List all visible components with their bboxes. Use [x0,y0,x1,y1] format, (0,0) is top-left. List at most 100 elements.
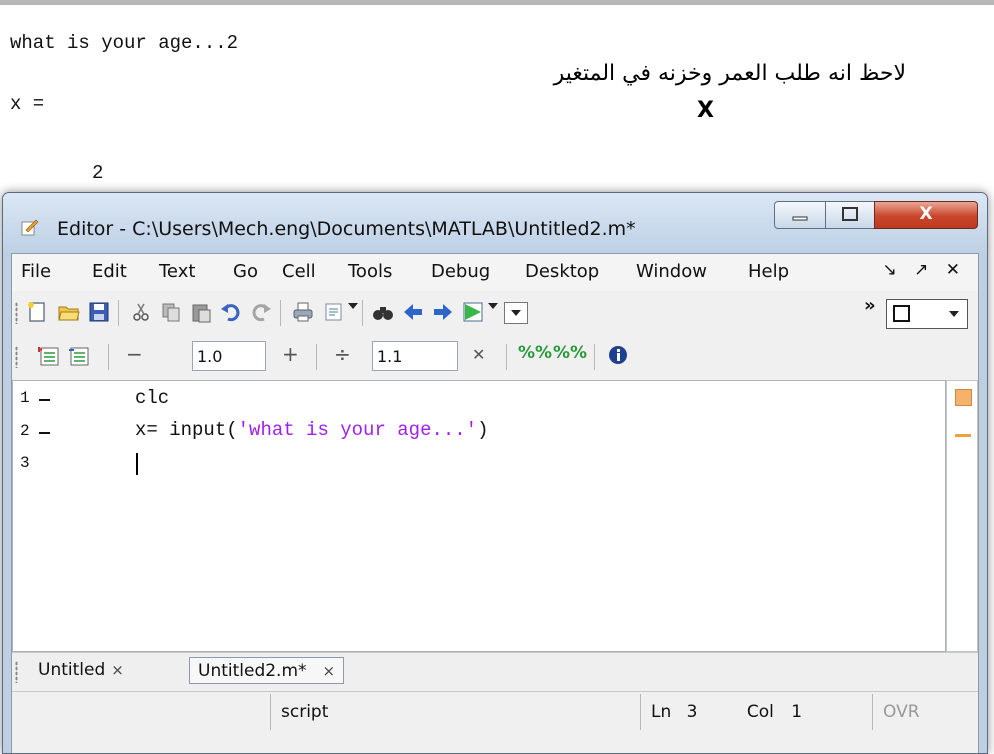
menu-bar: File Edit Text Go Cell Tools Debug Deskt… [12,254,978,291]
code-function: input( [169,419,238,441]
toolbar-separator [108,344,109,370]
info-icon[interactable] [608,345,630,367]
title-bar[interactable]: Editor - C:\Users\Mech.eng\Documents\MAT… [3,193,987,253]
warning-line-marker[interactable] [955,434,971,437]
cut-icon[interactable] [130,301,152,323]
menu-edit[interactable]: Edit [92,261,127,282]
print-icon[interactable] [292,301,314,323]
command-output-line: 2 [92,162,104,184]
line-number: 1 [20,389,30,407]
cursor-position-status: Ln 3 Col 1 [640,694,870,730]
go-forward-icon[interactable] [432,301,454,323]
open-folder-icon[interactable] [58,301,80,323]
code-paren: ) [477,419,489,441]
comment-percent-add-icon[interactable]: %% [518,343,552,363]
close-tab-icon[interactable]: × [111,661,124,679]
annotation-note: لاحظ انه طلب العمر وخزنه في المتغير X [420,61,950,123]
close-window-button[interactable]: X [874,201,978,229]
close-icon: X [919,204,933,224]
menu-file[interactable]: File [21,261,51,282]
code-editor[interactable]: 1 clc 2 x= input('what is your age...') … [12,380,946,652]
code-assignment: x= [135,419,158,441]
new-file-icon[interactable] [26,301,48,323]
line-number: 3 [20,454,30,472]
copy-icon[interactable] [160,301,182,323]
editor-frame: File Edit Text Go Cell Tools Debug Deskt… [11,253,979,753]
cell-value-field-1[interactable]: 1.0 [192,341,266,371]
ln-value: 3 [686,702,698,722]
minimize-icon [792,216,808,221]
col-value: 1 [791,702,803,722]
cell-value-field-2[interactable]: 1.1 [372,341,458,371]
editor-window: Editor - C:\Users\Mech.eng\Documents\MAT… [2,192,988,754]
multiply-value-button[interactable]: ✕ [472,345,485,364]
tab-label: Untitled [38,660,106,680]
save-icon[interactable] [88,301,110,323]
editor-document-icon [21,219,39,236]
breakpoint-dash[interactable] [39,399,50,401]
toolbar-separator [506,344,507,370]
command-output-line: what is your age...2 [10,32,239,54]
chevron-down-icon [511,310,521,316]
code-line-1: clc [135,387,170,409]
tab-untitled2[interactable]: Untitled2.m* × [189,657,345,684]
go-back-icon[interactable] [402,301,424,323]
dropdown-arrow-icon[interactable] [348,303,358,309]
menu-text[interactable]: Text [159,261,195,282]
command-window[interactable]: what is your age...2 x = 2 لاحظ انه طلب … [0,0,994,200]
menu-desktop[interactable]: Desktop [525,261,599,282]
line-number: 2 [20,422,30,440]
run-icon[interactable] [462,301,484,323]
comment-percent-remove-icon[interactable]: %% [553,343,587,363]
window-dock-controls[interactable]: ↘ ↗ ✕ [882,260,966,280]
annotation-arabic-text: لاحظ انه طلب العمر وخزنه في المتغير [553,61,906,86]
toolbar-grip[interactable] [15,346,18,368]
menu-cell[interactable]: Cell [282,261,316,282]
find-binoculars-icon[interactable] [372,301,394,323]
undo-icon[interactable] [220,301,242,323]
insert-cell-divider-icon[interactable] [38,345,60,367]
code-analyzer-bar[interactable] [946,380,978,652]
dropdown-arrow-icon[interactable] [488,303,498,309]
ln-label: Ln [651,702,672,722]
menu-help[interactable]: Help [748,261,789,282]
minimize-button[interactable] [774,201,826,229]
breakpoint-dash[interactable] [39,432,50,434]
warning-indicator-icon[interactable] [955,389,972,406]
maximize-button[interactable] [825,201,875,229]
cell-toolbar: − 1.0 + ÷ 1.1 ✕ %% %% [12,335,978,379]
tab-label: Untitled2.m* [198,661,307,681]
toolbar-separator [362,300,363,326]
text-cursor [136,453,138,475]
toolbar-overflow-chevron[interactable]: » [864,295,876,316]
redo-icon[interactable] [250,301,272,323]
run-options-dropdown[interactable] [504,302,528,324]
toolbar-separator [280,300,281,326]
divide-value-button[interactable]: ÷ [334,342,351,366]
paste-icon[interactable] [190,301,212,323]
toolbar-grip[interactable] [15,302,18,324]
main-toolbar: » [12,291,978,335]
col-label: Col [746,702,774,722]
decrement-value-button[interactable]: − [126,342,143,366]
close-tab-icon[interactable]: × [323,662,336,680]
layout-square-icon [893,305,910,322]
tab-untitled[interactable]: Untitled × [30,657,132,684]
annotation-variable: X [697,98,714,123]
code-string: 'what is your age...' [237,419,478,441]
overwrite-mode-status: OVR [872,694,932,730]
tab-grip[interactable] [15,661,18,683]
maximize-icon [842,207,858,221]
layout-selector[interactable] [886,299,968,329]
toolbar-separator [316,344,317,370]
status-bar: script Ln 3 Col 1 OVR [12,691,978,732]
file-type-status: script [270,694,640,730]
menu-tools[interactable]: Tools [348,261,392,282]
remove-cell-divider-icon[interactable] [68,345,90,367]
increment-value-button[interactable]: + [282,342,299,366]
menu-go[interactable]: Go [233,261,258,282]
menu-debug[interactable]: Debug [431,261,490,282]
publish-icon[interactable] [322,301,344,323]
toolbar-separator [118,300,119,326]
menu-window[interactable]: Window [636,261,707,282]
